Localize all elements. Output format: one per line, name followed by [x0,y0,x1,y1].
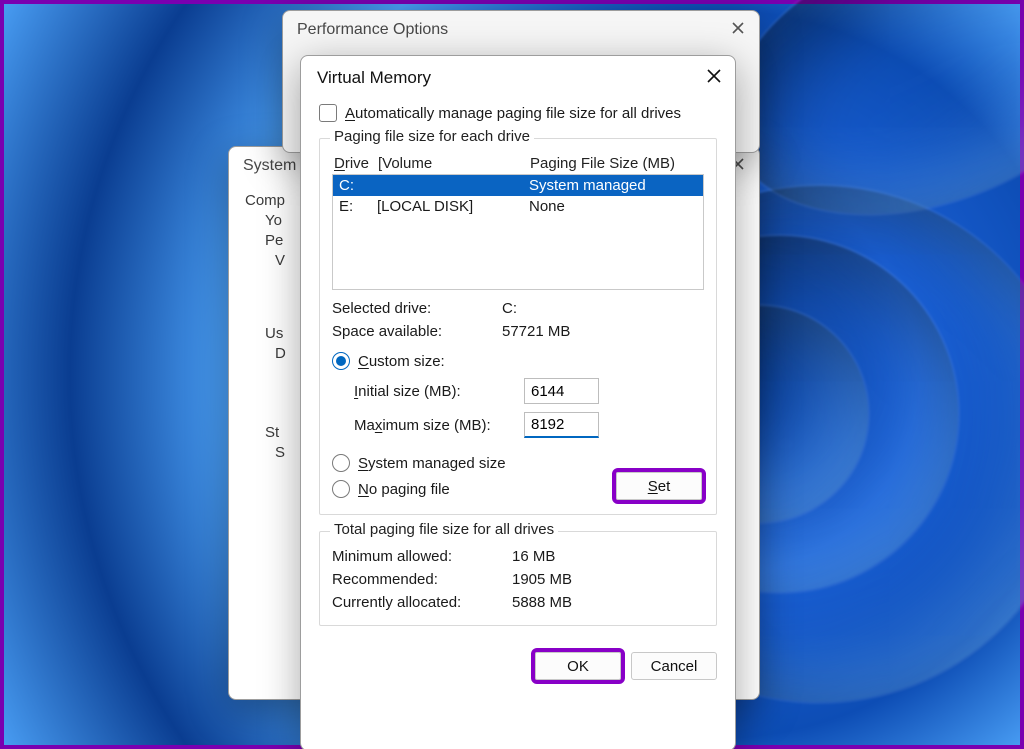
checkbox-icon [319,104,337,122]
dialog-title-virtual-memory: Virtual Memory [317,68,431,88]
paging-per-drive-group: Paging file size for each drive Drive [V… [319,138,717,515]
selected-drive-label: Selected drive: [332,300,502,317]
system-managed-radio[interactable]: System managed size [332,454,704,472]
initial-size-label: Initial size (MB): [354,383,514,400]
auto-manage-label: Automatically manage paging file size fo… [345,105,681,122]
drive-row[interactable]: C: System managed [333,175,703,196]
custom-size-label: Custom size: [358,353,445,370]
initial-size-input[interactable] [524,378,599,404]
maximum-size-label: Maximum size (MB): [354,417,514,434]
selected-drive-value: C: [502,300,517,317]
drive-row[interactable]: E: [LOCAL DISK] None [333,196,703,217]
minimum-allowed-value: 16 MB [512,548,555,565]
virtual-memory-dialog: Virtual Memory Automatically manage pagi… [300,55,736,749]
ok-button[interactable]: OK [535,652,621,680]
maximum-size-input[interactable] [524,412,599,438]
space-available-label: Space available: [332,323,502,340]
close-icon[interactable] [707,69,721,87]
radio-icon [332,352,350,370]
close-icon[interactable] [731,21,745,39]
minimum-allowed-label: Minimum allowed: [332,548,512,565]
paging-total-group: Total paging file size for all drives Mi… [319,531,717,626]
system-managed-label: System managed size [358,455,506,472]
cancel-button[interactable]: Cancel [631,652,717,680]
drive-list[interactable]: C: System managed E: [LOCAL DISK] None [332,174,704,290]
auto-manage-checkbox[interactable]: Automatically manage paging file size fo… [319,104,717,122]
no-paging-file-label: No paging file [358,481,450,498]
dialog-title-performance: Performance Options [297,21,448,39]
space-available-value: 57721 MB [502,323,570,340]
group-legend: Total paging file size for all drives [330,521,558,538]
group-legend: Paging file size for each drive [330,128,534,145]
recommended-label: Recommended: [332,571,512,588]
recommended-value: 1905 MB [512,571,572,588]
radio-icon [332,454,350,472]
drive-list-header: Drive [Volume Paging File Size (MB) [334,155,704,172]
currently-allocated-value: 5888 MB [512,594,572,611]
radio-icon [332,480,350,498]
dialog-title-system: System [243,157,296,175]
set-button[interactable]: Set [616,472,702,500]
currently-allocated-label: Currently allocated: [332,594,512,611]
custom-size-radio[interactable]: Custom size: [332,352,704,370]
